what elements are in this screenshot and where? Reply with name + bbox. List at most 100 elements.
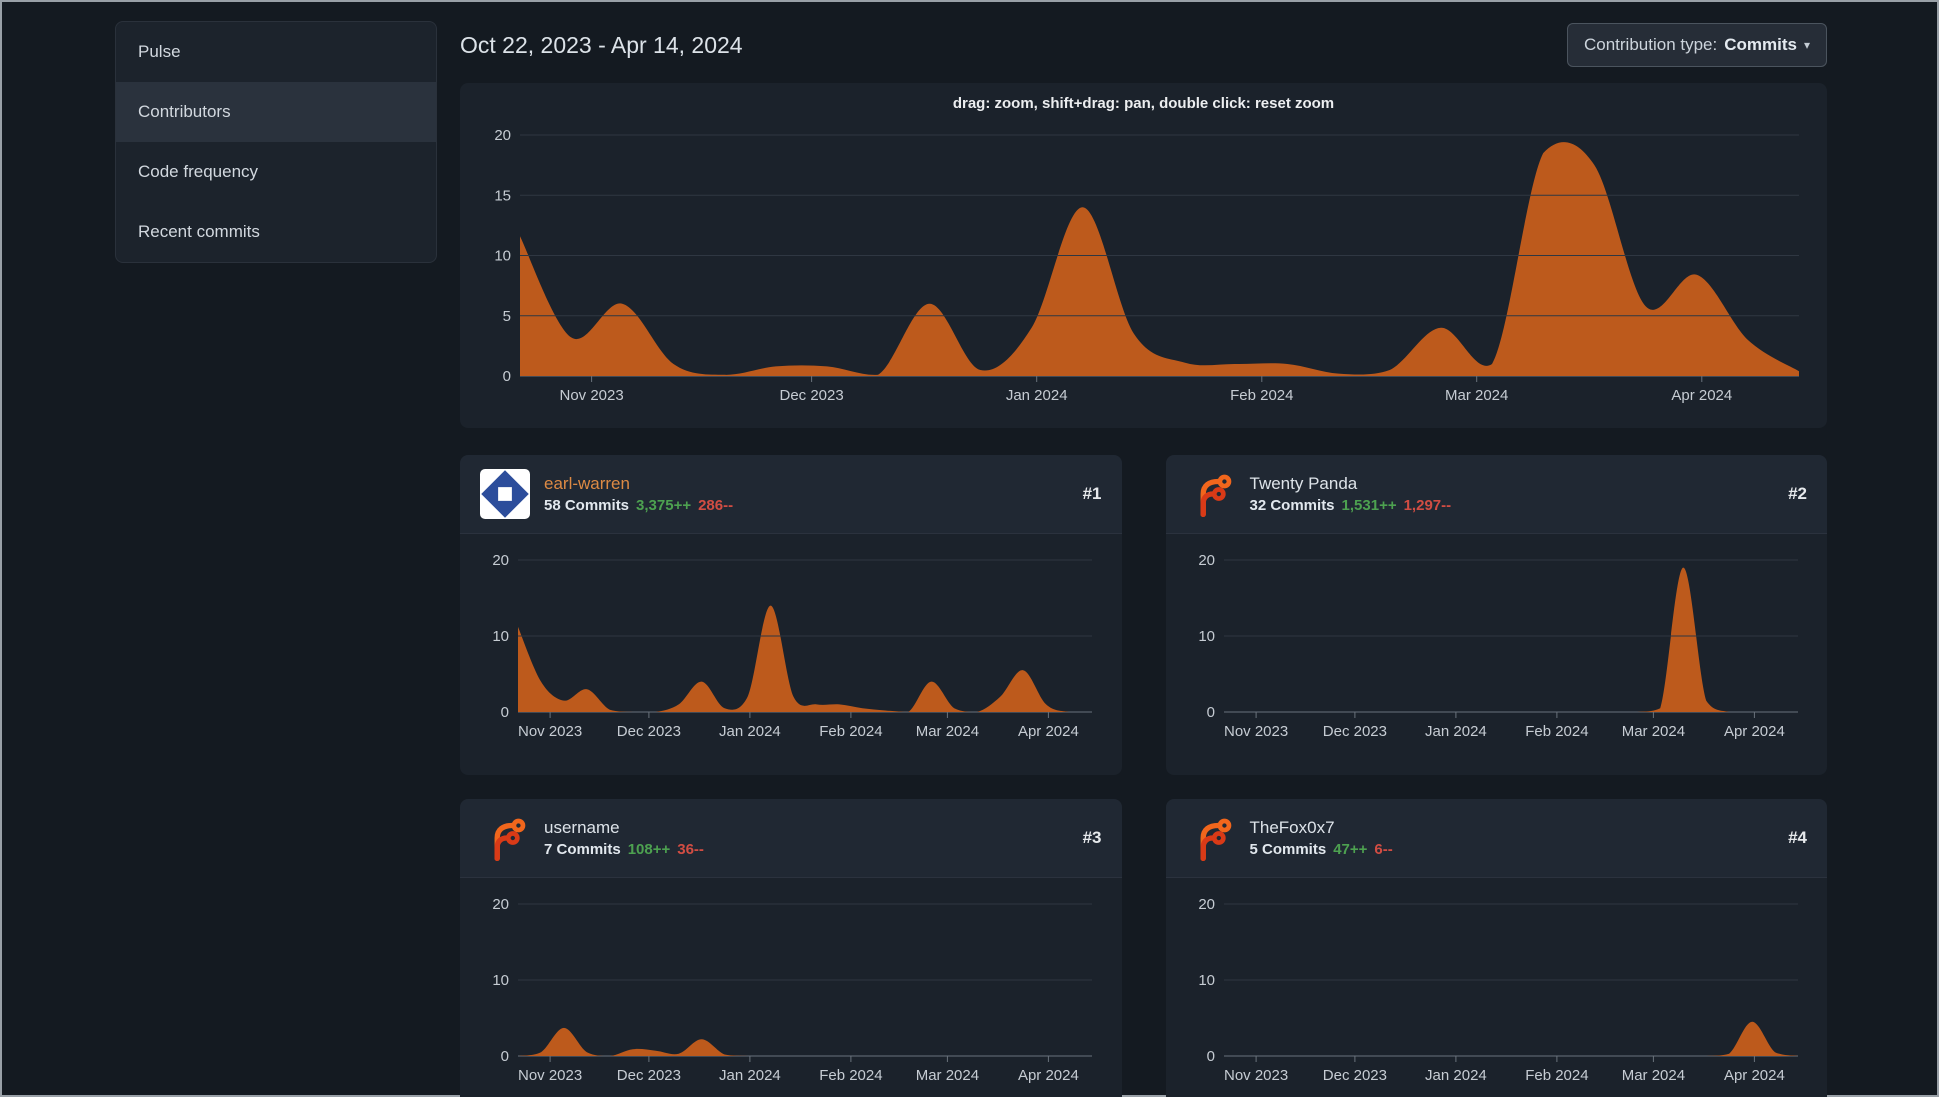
svg-text:Dec 2023: Dec 2023 — [617, 1067, 681, 1084]
svg-text:Jan 2024: Jan 2024 — [719, 1067, 781, 1084]
contributor-deletions: 286-- — [698, 497, 734, 514]
contributor-meta: Twenty Panda 32 Commits 1,531++ 1,297-- — [1250, 474, 1452, 514]
contributor-card: earl-warren 58 Commits 3,375++ 286-- #1 … — [460, 455, 1122, 775]
svg-text:Apr 2024: Apr 2024 — [1671, 387, 1732, 404]
sidebar-item-contributors[interactable]: Contributors — [116, 82, 436, 142]
svg-text:Apr 2024: Apr 2024 — [1723, 723, 1784, 740]
svg-text:10: 10 — [1198, 972, 1215, 989]
identicon-avatar — [480, 469, 530, 519]
forgejo-logo-avatar — [1186, 469, 1236, 519]
svg-text:Nov 2023: Nov 2023 — [518, 1067, 582, 1084]
sidebar-item-pulse[interactable]: Pulse — [116, 22, 436, 82]
activity-commits-chart[interactable]: 0 5 10 15 20 Nov 2023 Dec 2023 Jan 2024 Feb 2024… — [474, 119, 1813, 420]
contributor-card-header: earl-warren 58 Commits 3,375++ 286-- #1 — [460, 455, 1122, 534]
main-chart-card: drag: zoom, shift+drag: pan, double clic… — [460, 83, 1827, 428]
svg-text:Mar 2024: Mar 2024 — [916, 723, 979, 740]
contributor-stats: 32 Commits 1,531++ 1,297-- — [1250, 497, 1452, 514]
header-row: Oct 22, 2023 - Apr 14, 2024 Contribution… — [460, 21, 1827, 69]
contributor-rank: #2 — [1788, 484, 1807, 503]
svg-text:Feb 2024: Feb 2024 — [1230, 387, 1293, 404]
contributor-commits-chart[interactable]: 0 10 20 Nov 2023 Dec 2023 Jan 2024 Feb 2024 Mar… — [474, 534, 1108, 770]
svg-text:Dec 2023: Dec 2023 — [617, 723, 681, 740]
contribution-type-value: Commits — [1724, 35, 1797, 54]
contributor-deletions: 36-- — [677, 841, 704, 858]
svg-text:Jan 2024: Jan 2024 — [1425, 1067, 1487, 1084]
svg-text:20: 20 — [494, 127, 511, 144]
contributor-deletions: 1,297-- — [1403, 497, 1452, 514]
svg-text:Nov 2023: Nov 2023 — [559, 387, 623, 404]
contributor-stats: 58 Commits 3,375++ 286-- — [544, 497, 733, 514]
svg-text:Mar 2024: Mar 2024 — [1445, 387, 1508, 404]
main-content: Oct 22, 2023 - Apr 14, 2024 Contribution… — [460, 21, 1827, 1097]
svg-text:Apr 2024: Apr 2024 — [1723, 1067, 1784, 1084]
svg-text:Feb 2024: Feb 2024 — [819, 723, 882, 740]
contributor-commits-count: 32 Commits — [1249, 497, 1335, 514]
svg-text:15: 15 — [494, 187, 511, 204]
svg-text:Jan 2024: Jan 2024 — [1425, 723, 1487, 740]
activity-sidebar-menu: Pulse Contributors Code frequency Recent… — [115, 21, 437, 263]
svg-text:20: 20 — [1198, 552, 1215, 569]
sidebar-item-label: Recent commits — [138, 222, 260, 241]
forgejo-logo-avatar — [1186, 813, 1236, 863]
svg-text:10: 10 — [492, 972, 509, 989]
contributor-name: username — [544, 818, 620, 837]
contributor-commits-count: 7 Commits — [544, 841, 621, 858]
svg-text:Nov 2023: Nov 2023 — [1223, 1067, 1287, 1084]
contributor-additions: 3,375++ — [636, 497, 692, 514]
forgejo-logo-avatar — [480, 813, 530, 863]
contributor-additions: 1,531++ — [1341, 497, 1397, 514]
sidebar-item-label: Contributors — [138, 102, 231, 121]
contributor-card-header: Twenty Panda 32 Commits 1,531++ 1,297-- … — [1165, 455, 1827, 534]
contributor-rank: #4 — [1788, 828, 1807, 847]
svg-text:Mar 2024: Mar 2024 — [1621, 723, 1684, 740]
svg-text:20: 20 — [1198, 896, 1215, 913]
contributor-commits-chart[interactable]: 0 10 20 Nov 2023 Dec 2023 Jan 2024 Feb 2024 Mar… — [474, 878, 1108, 1097]
sidebar-item-recent-commits[interactable]: Recent commits — [116, 202, 436, 262]
svg-text:Nov 2023: Nov 2023 — [518, 723, 582, 740]
contribution-type-dropdown[interactable]: Contribution type: Commits ▾ — [1566, 23, 1827, 67]
contributor-commits-chart[interactable]: 0 10 20 Nov 2023 Dec 2023 Jan 2024 Feb 2024 Mar… — [1180, 878, 1814, 1097]
sidebar-item-label: Code frequency — [138, 162, 259, 181]
contributor-rank: #1 — [1082, 484, 1102, 503]
sidebar-item-code-frequency[interactable]: Code frequency — [116, 142, 436, 202]
svg-text:Apr 2024: Apr 2024 — [1018, 723, 1079, 740]
svg-text:Mar 2024: Mar 2024 — [1621, 1067, 1684, 1084]
contributor-card: TheFox0x7 5 Commits 47++ 6-- #4 0 10 20 Nov… — [1165, 799, 1827, 1097]
sidebar-item-label: Pulse — [138, 42, 181, 61]
contributor-additions: 47++ — [1333, 841, 1368, 858]
svg-text:0: 0 — [503, 368, 511, 385]
chevron-down-icon: ▾ — [1803, 38, 1810, 52]
contributor-card: username 7 Commits 108++ 36-- #3 0 10 20 No… — [460, 799, 1122, 1097]
svg-text:Mar 2024: Mar 2024 — [916, 1067, 979, 1084]
contributor-stats: 7 Commits 108++ 36-- — [544, 841, 704, 858]
svg-text:Feb 2024: Feb 2024 — [1525, 1067, 1588, 1084]
contributor-additions: 108++ — [627, 841, 671, 858]
contributor-name[interactable]: earl-warren — [544, 474, 733, 494]
svg-text:Dec 2023: Dec 2023 — [1322, 1067, 1386, 1084]
activity-sidebar: Pulse Contributors Code frequency Recent… — [115, 21, 437, 1097]
svg-text:Feb 2024: Feb 2024 — [1525, 723, 1588, 740]
chart-controls-hint: drag: zoom, shift+drag: pan, double clic… — [952, 95, 1335, 112]
contributor-name: TheFox0x7 — [1249, 818, 1335, 837]
contributor-name: Twenty Panda — [1249, 474, 1358, 493]
contributor-deletions: 6-- — [1374, 841, 1393, 858]
contributor-commits-chart[interactable]: 0 10 20 Nov 2023 Dec 2023 Jan 2024 Feb 2024 Mar… — [1180, 534, 1814, 770]
svg-text:5: 5 — [503, 308, 511, 325]
contributor-meta: TheFox0x7 5 Commits 47++ 6-- — [1250, 818, 1393, 858]
contributor-meta: earl-warren 58 Commits 3,375++ 286-- — [544, 474, 733, 514]
svg-text:0: 0 — [1206, 1048, 1214, 1065]
svg-text:Apr 2024: Apr 2024 — [1018, 1067, 1079, 1084]
svg-text:Jan 2024: Jan 2024 — [719, 723, 781, 740]
contributors-grid: earl-warren 58 Commits 3,375++ 286-- #1 … — [460, 455, 1827, 1097]
date-range-heading: Oct 22, 2023 - Apr 14, 2024 — [460, 31, 743, 58]
svg-text:Dec 2023: Dec 2023 — [779, 387, 843, 404]
contributor-stats: 5 Commits 47++ 6-- — [1250, 841, 1393, 858]
svg-text:10: 10 — [494, 248, 511, 265]
svg-text:20: 20 — [492, 552, 509, 569]
svg-text:Dec 2023: Dec 2023 — [1322, 723, 1386, 740]
contributor-card-header: username 7 Commits 108++ 36-- #3 — [460, 799, 1122, 878]
contributor-meta: username 7 Commits 108++ 36-- — [544, 818, 704, 858]
svg-text:0: 0 — [501, 704, 509, 721]
svg-text:0: 0 — [1206, 704, 1214, 721]
contributor-rank: #3 — [1082, 828, 1102, 847]
